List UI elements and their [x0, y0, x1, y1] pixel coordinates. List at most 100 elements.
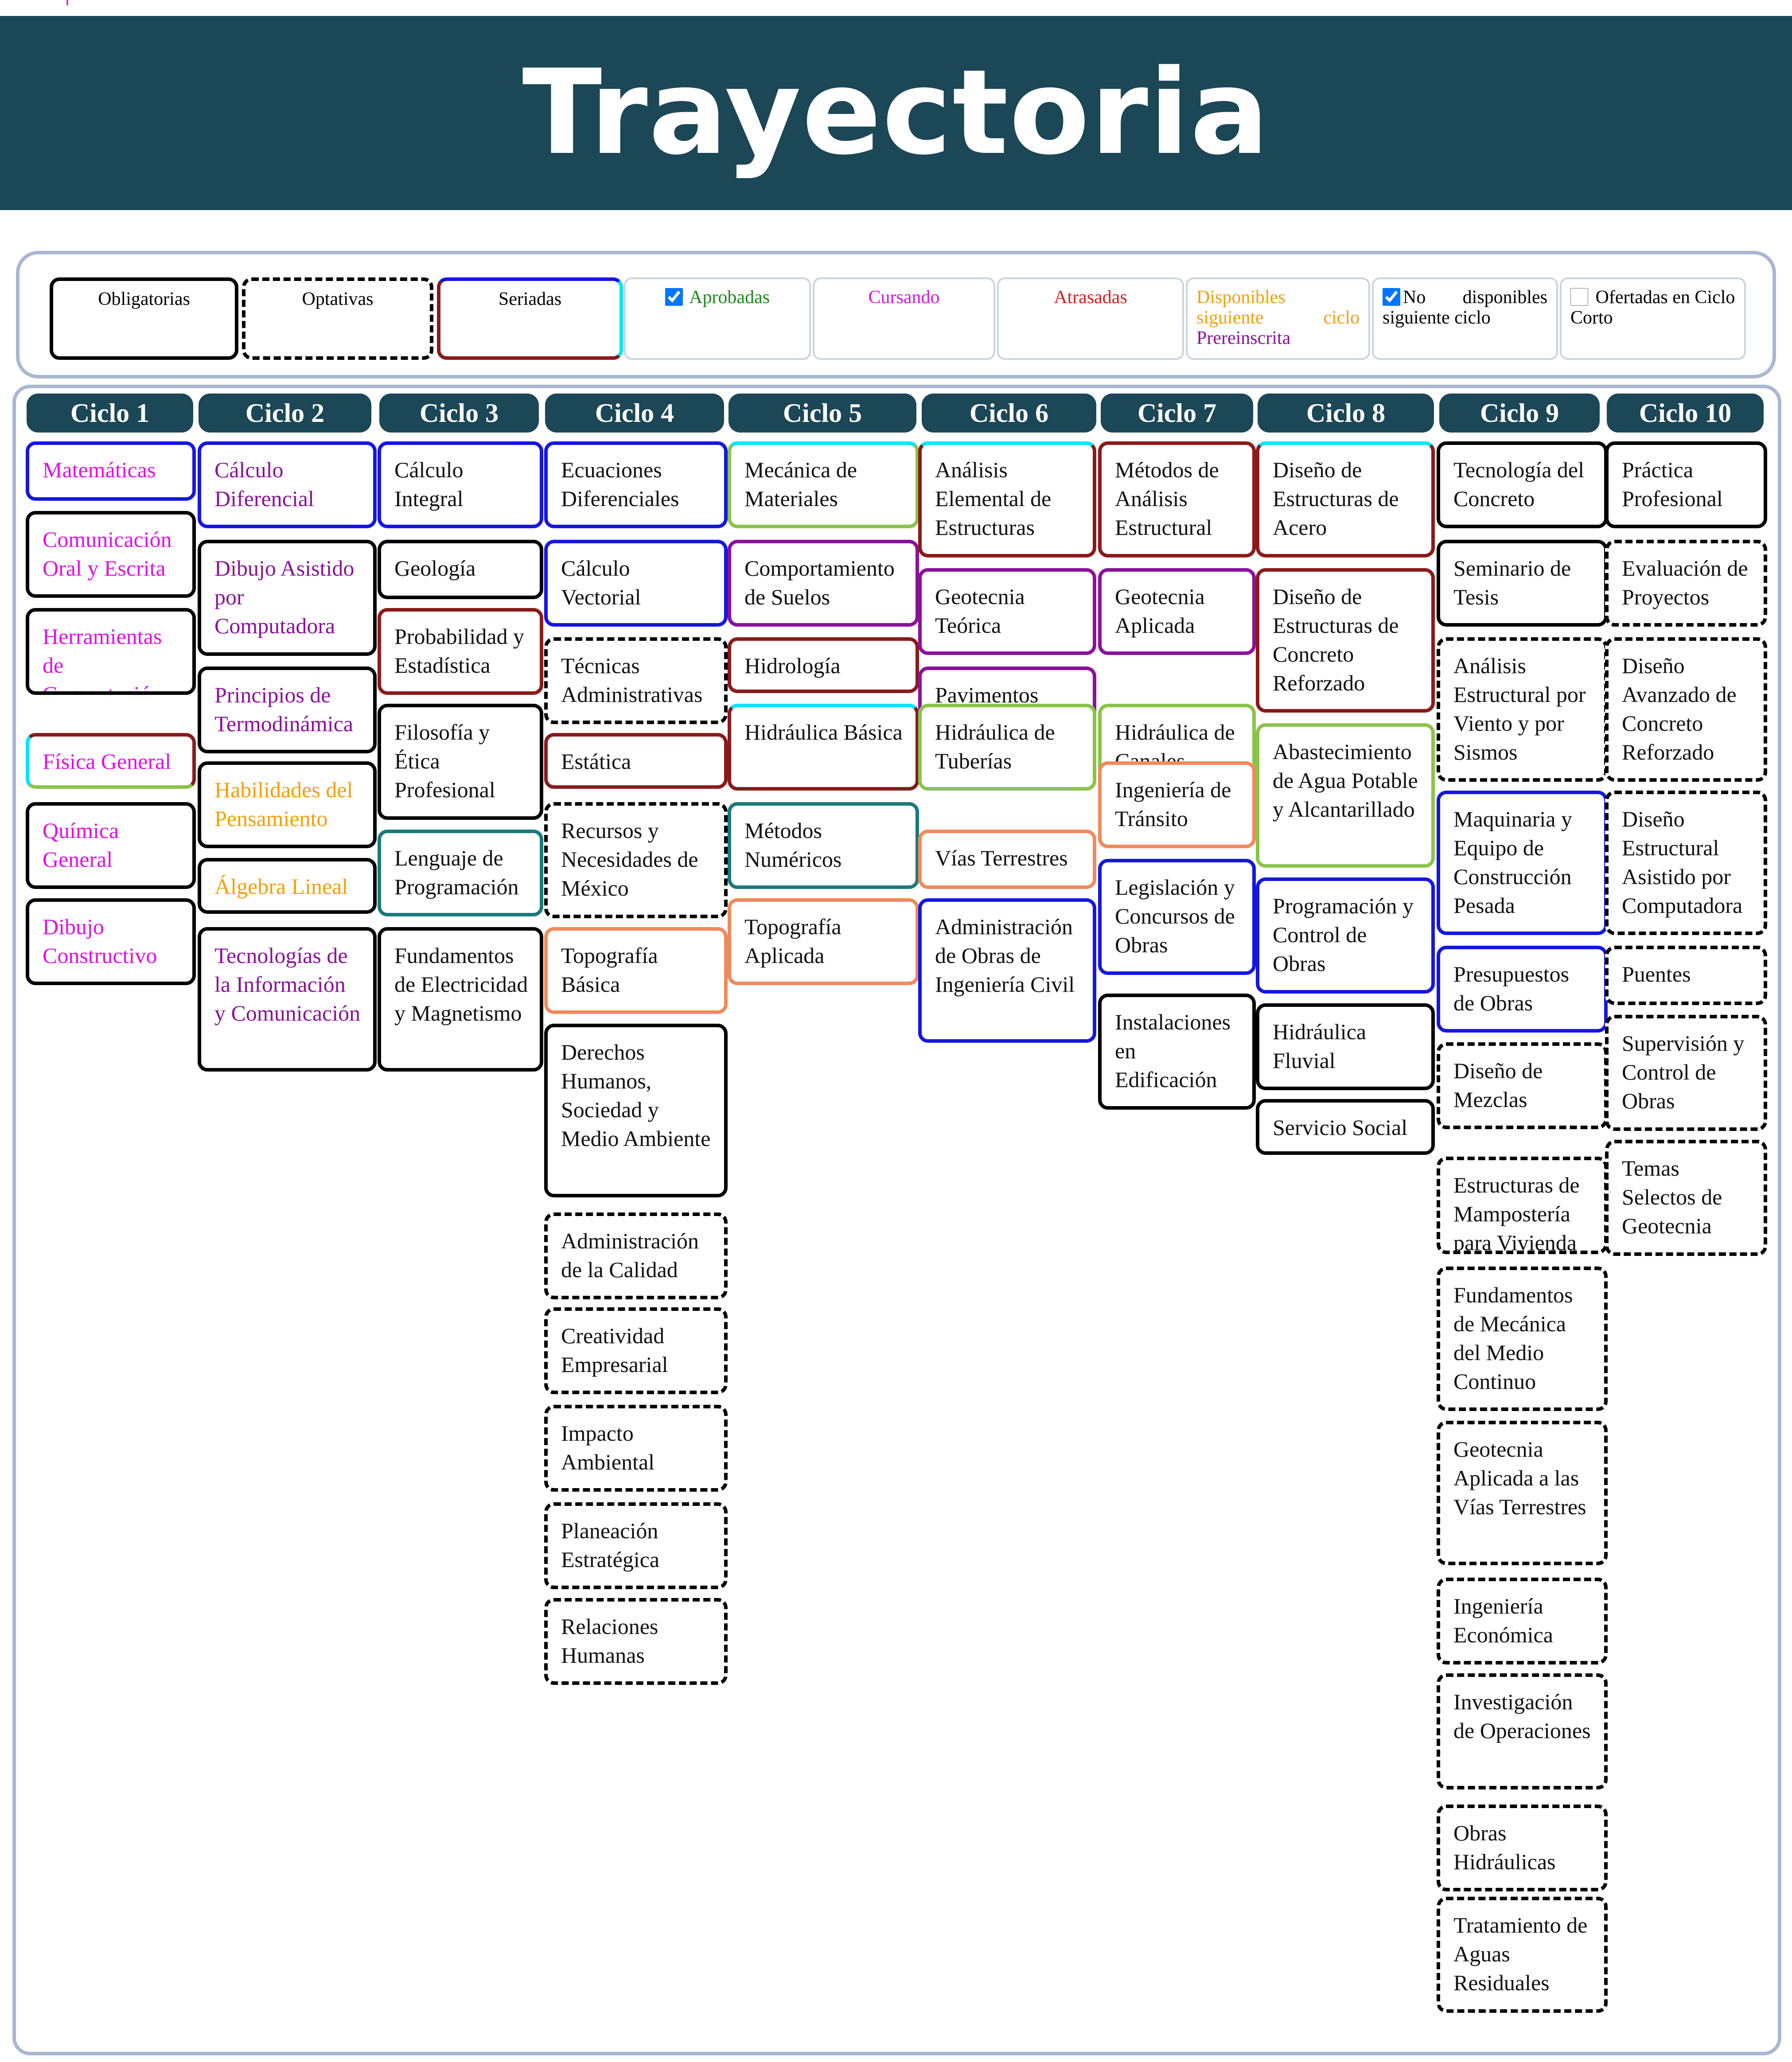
ofertadas-checkbox[interactable] — [1570, 288, 1588, 306]
course-card[interactable]: Geotecnia Aplicada a las Vías Terrestres — [1437, 1421, 1608, 1565]
cycle-header-1: Ciclo 1 — [27, 394, 193, 433]
cycle-header-10: Ciclo 10 — [1607, 394, 1764, 433]
cycle-header-4: Ciclo 4 — [545, 394, 724, 433]
legend-disponibles: Disponibles siguiente ciclo Prereinscrit… — [1186, 277, 1370, 360]
legend-ofertadas: Ofertadas en Ciclo Corto — [1560, 277, 1746, 360]
course-card[interactable]: Física General — [26, 733, 196, 789]
course-card[interactable]: Principios de Termodinámica — [198, 667, 377, 753]
course-card[interactable]: Probabilidad y Estadística — [378, 608, 543, 695]
cycle-header-9: Ciclo 9 — [1439, 394, 1600, 433]
course-card[interactable]: Maquinaria y Equipo de Construcción Pesa… — [1437, 791, 1608, 935]
legend-obligatorias: Obligatorias — [50, 277, 238, 360]
course-card[interactable]: Creatividad Empresarial — [544, 1307, 728, 1394]
course-card[interactable]: Técnicas Administrativas — [544, 637, 728, 724]
course-card[interactable]: Habilidades del Pensamiento — [198, 761, 377, 848]
course-card[interactable]: Investigación de Operaciones — [1437, 1673, 1608, 1789]
course-card[interactable]: Hidráulica Básica — [728, 704, 919, 791]
course-card[interactable]: Geotecnia Aplicada — [1098, 568, 1256, 655]
course-card[interactable]: Diseño Estructural Asistido por Computad… — [1605, 791, 1767, 935]
course-card[interactable]: Cálculo Vectorial — [544, 540, 728, 627]
course-card[interactable]: Puentes — [1605, 946, 1767, 1005]
page-title: Trayectoria — [522, 45, 1270, 181]
cycle-header-2: Ciclo 2 — [199, 394, 371, 433]
course-card[interactable]: Química General — [26, 802, 196, 889]
course-card[interactable]: Dibujo Asistido por Computadora — [198, 540, 377, 656]
course-card[interactable]: Tratamiento de Aguas Residuales — [1437, 1897, 1608, 2013]
course-card[interactable]: Tecnologías de la Información y Comunica… — [198, 927, 377, 1072]
page-header: Trayectoria — [0, 16, 1792, 210]
cycle-header-8: Ciclo 8 — [1258, 394, 1434, 433]
course-card[interactable]: Matemáticas — [26, 441, 196, 501]
no-disponibles-checkbox[interactable] — [1383, 288, 1400, 306]
legend-optativas-label: Optativas — [302, 289, 374, 309]
course-card[interactable]: Fundamentos de Mecánica del Medio Contin… — [1437, 1267, 1608, 1411]
course-card[interactable]: Práctica Profesional — [1605, 441, 1767, 528]
course-card[interactable]: Herramientas de Computación — [26, 608, 196, 695]
course-card[interactable]: Ingeniería Económica — [1437, 1578, 1608, 1664]
course-card[interactable]: Cálculo Integral — [378, 441, 543, 528]
course-card[interactable]: Geotecnia Teórica — [918, 568, 1096, 655]
course-card[interactable]: Estructuras de Mampostería para Vivienda — [1437, 1157, 1608, 1254]
course-card[interactable]: Seminario de Tesis — [1437, 540, 1608, 627]
course-card[interactable]: Recursos y Necesidades de México — [544, 802, 728, 918]
course-card[interactable]: Evaluación de Proyectos — [1605, 540, 1767, 627]
course-card[interactable]: Legislación y Concursos de Obras — [1098, 859, 1256, 975]
course-card[interactable]: Comportamiento de Suelos — [728, 540, 919, 627]
course-card[interactable]: Cálculo Diferencial — [198, 441, 377, 528]
legend-atrasadas-label: Atrasadas — [1054, 287, 1127, 308]
course-card[interactable]: Presupuestos de Obras — [1437, 946, 1608, 1033]
course-card[interactable]: Vías Terrestres — [918, 830, 1096, 889]
course-card[interactable]: Filosofía y Ética Profesional — [378, 704, 543, 820]
course-card[interactable]: Ecuaciones Diferenciales — [544, 441, 728, 528]
course-card[interactable]: Derechos Humanos, Sociedad y Medio Ambie… — [544, 1024, 728, 1197]
course-card[interactable]: Comunicación Oral y Escrita — [26, 511, 196, 598]
cycle-header-7: Ciclo 7 — [1101, 394, 1253, 433]
course-card[interactable]: Tecnología del Concreto — [1437, 441, 1608, 528]
course-card[interactable]: Administración de la Calidad — [544, 1212, 728, 1299]
course-card[interactable]: Abastecimiento de Agua Potable y Alcanta… — [1256, 723, 1435, 868]
course-card[interactable]: Fundamentos de Electricidad y Magnetismo — [378, 927, 543, 1072]
course-card[interactable]: Diseño de Mezclas — [1437, 1042, 1608, 1129]
course-card[interactable]: Ingeniería de Tránsito — [1098, 761, 1256, 848]
course-card[interactable]: Diseño de Estructuras de Concreto Reforz… — [1256, 568, 1435, 713]
legend-no-disponibles: No disponibles siguiente ciclo — [1372, 277, 1558, 360]
legend-disponibles-siguiente: siguiente — [1196, 308, 1264, 328]
course-card[interactable]: Programación y Control de Obras — [1256, 877, 1435, 994]
legend-optativas: Optativas — [242, 277, 433, 360]
course-card[interactable]: Álgebra Lineal — [198, 858, 377, 914]
course-card[interactable]: Obras Hidráulicas — [1437, 1805, 1608, 1891]
course-card[interactable]: Planeación Estratégica — [544, 1502, 728, 1589]
course-card[interactable]: Instalaciones en Edificación — [1098, 994, 1256, 1110]
legend-disponibles-line2: siguiente ciclo — [1196, 308, 1360, 328]
legend-panel: Obligatorias Optativas Seriadas Aprobada… — [16, 251, 1776, 378]
legend-prereinscrita: Prereinscrita — [1196, 328, 1291, 348]
course-card[interactable]: Servicio Social — [1256, 1099, 1435, 1155]
course-card[interactable]: Hidráulica de Tuberías — [918, 704, 1096, 791]
course-card[interactable]: Diseño de Estructuras de Acero — [1256, 441, 1435, 557]
aprobadas-checkbox[interactable] — [665, 288, 683, 306]
course-card[interactable]: Lenguaje de Programación — [378, 830, 543, 916]
course-card[interactable]: Hidráulica Fluvial — [1256, 1003, 1435, 1090]
course-card[interactable]: Supervisión y Control de Obras — [1605, 1015, 1767, 1131]
course-card[interactable]: Mecánica de Materiales — [728, 441, 919, 528]
course-card[interactable]: Impacto Ambiental — [544, 1405, 728, 1492]
cycle-header-3: Ciclo 3 — [379, 394, 539, 433]
course-card[interactable]: Métodos Numéricos — [728, 802, 919, 889]
course-card[interactable]: Topografía Aplicada — [728, 898, 919, 985]
course-card[interactable]: Topografía Básica — [544, 927, 728, 1014]
legend-aprobadas: Aprobadas — [624, 277, 811, 360]
course-card[interactable]: Administración de Obras de Ingeniería Ci… — [918, 898, 1096, 1043]
course-card[interactable]: Relaciones Humanas — [544, 1598, 728, 1685]
course-card[interactable]: Métodos de Análisis Estructural — [1098, 441, 1256, 557]
legend-cursando: Cursando — [813, 277, 995, 360]
course-card[interactable]: Análisis Estructural por Viento y por Si… — [1437, 637, 1608, 782]
course-card[interactable]: Diseño Avanzado de Concreto Reforzado — [1605, 637, 1767, 782]
course-card[interactable]: Dibujo Constructivo — [26, 898, 196, 985]
course-card[interactable]: Temas Selectos de Geotecnia — [1605, 1140, 1767, 1256]
legend-aprobadas-label: Aprobadas — [689, 287, 770, 308]
course-card[interactable]: Estática — [544, 733, 728, 789]
legend-ofertadas-label: Ofertadas en Ciclo Corto — [1570, 287, 1735, 328]
course-card[interactable]: Geología — [378, 540, 543, 599]
course-card[interactable]: Hidrología — [728, 637, 919, 693]
course-card[interactable]: Análisis Elemental de Estructuras — [918, 441, 1096, 557]
